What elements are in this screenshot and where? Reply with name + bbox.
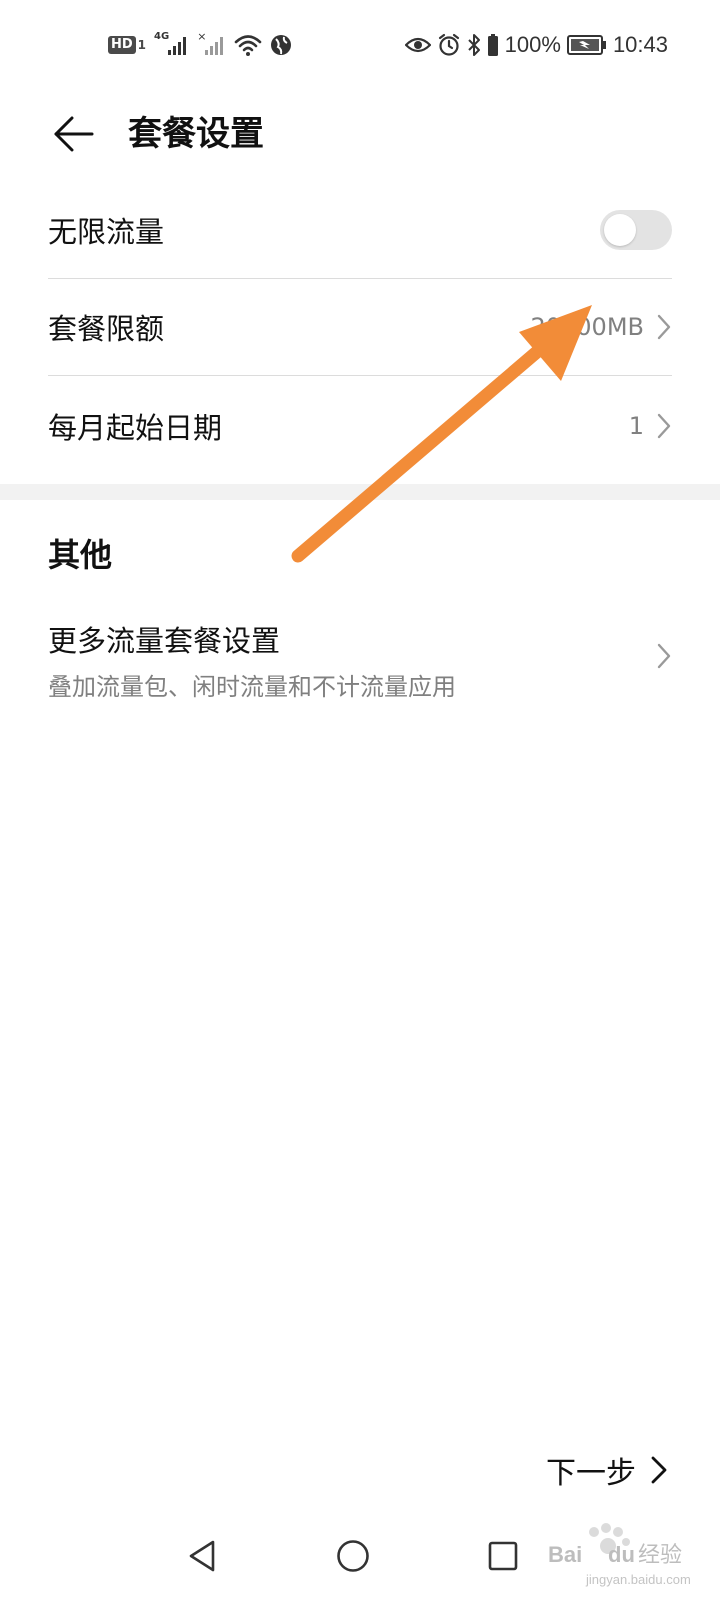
status-bar: HD 1 4G × 100% 10:43 — [0, 0, 720, 90]
start-date-row[interactable]: 每月起始日期 1 — [48, 376, 672, 476]
back-button[interactable] — [44, 106, 100, 162]
signal-icon: 4G — [154, 31, 189, 56]
status-time: 10:43 — [612, 32, 668, 57]
wifi-icon — [234, 33, 262, 57]
more-plan-settings-subtitle: 叠加流量包、闲时流量和不计流量应用 — [48, 673, 456, 701]
start-date-value: 1 — [628, 412, 644, 440]
start-date-right: 1 — [629, 412, 672, 440]
toggle-knob — [604, 214, 636, 246]
nav-back-button[interactable] — [172, 1526, 232, 1586]
back-arrow-icon — [54, 116, 94, 152]
status-left: HD 1 4G × — [108, 30, 292, 60]
square-recents-icon — [488, 1541, 518, 1571]
eye-icon — [404, 35, 431, 55]
section-title-other: 其他 — [48, 536, 113, 574]
more-plan-settings-row[interactable]: 更多流量套餐设置 叠加流量包、闲时流量和不计流量应用 — [48, 610, 672, 710]
plan-limit-label: 套餐限额 — [48, 312, 165, 346]
next-step-button[interactable]: 下一步 — [546, 1448, 668, 1492]
app-header: 套餐设置 — [0, 90, 720, 180]
page-title: 套餐设置 — [128, 114, 264, 154]
bluetooth-icon — [467, 33, 481, 57]
plan-limit-row[interactable]: 套餐限额 20000MB — [48, 279, 672, 375]
battery-percent: 100% — [504, 32, 561, 57]
globe-icon — [270, 34, 292, 56]
status-right: 100% 10:43 — [404, 30, 668, 60]
alarm-icon — [437, 33, 461, 57]
chevron-right-icon — [651, 1456, 667, 1484]
next-step-label: 下一步 — [546, 1456, 636, 1491]
unlimited-data-row[interactable]: 无限流量 — [48, 182, 672, 278]
system-nav-bar — [0, 1510, 720, 1600]
plan-limit-value: 20000MB — [530, 313, 644, 341]
nav-recents-button[interactable] — [473, 1526, 533, 1586]
charging-battery-icon — [566, 34, 607, 56]
start-date-label: 每月起始日期 — [48, 411, 223, 445]
unlimited-data-toggle[interactable] — [600, 210, 672, 250]
more-plan-settings-title: 更多流量套餐设置 — [48, 624, 281, 658]
signal-icon-sim2: × — [197, 30, 226, 56]
triangle-back-icon — [189, 1540, 215, 1572]
chevron-right-icon — [657, 643, 671, 669]
chevron-right-icon — [657, 413, 671, 439]
circle-home-icon — [337, 1540, 369, 1572]
hd-icon: HD 1 — [108, 36, 146, 54]
nav-home-button[interactable] — [323, 1526, 383, 1586]
plan-limit-right: 20000MB — [530, 313, 672, 341]
chevron-right-icon — [657, 314, 671, 340]
battery-icon — [487, 33, 499, 57]
section-separator — [0, 484, 720, 500]
unlimited-data-label: 无限流量 — [48, 215, 165, 249]
